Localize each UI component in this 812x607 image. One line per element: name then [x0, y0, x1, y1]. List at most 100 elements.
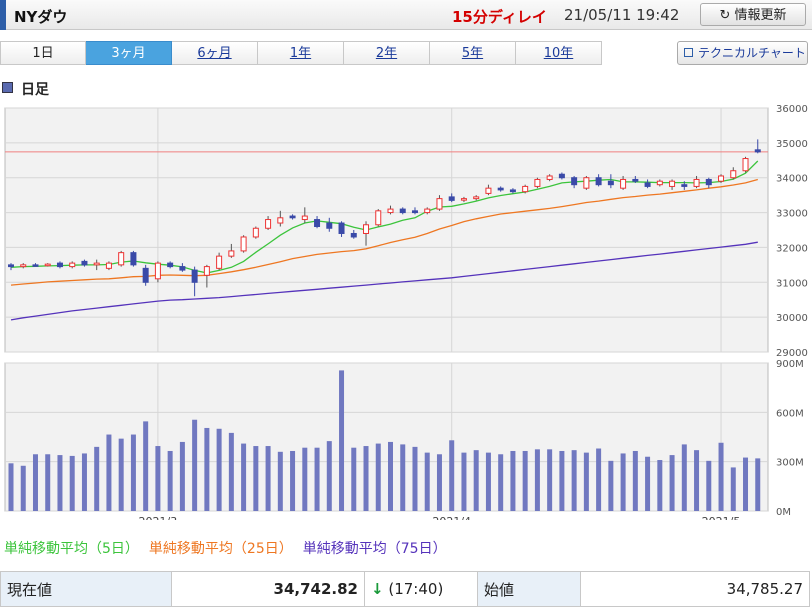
- date-label: 2021/4: [432, 515, 471, 520]
- candle-body: [754, 149, 761, 153]
- candle-body: [473, 196, 480, 200]
- legend-ma75: 単純移動平均（75日）: [302, 541, 447, 557]
- volume-tick-label: 900M: [776, 359, 804, 370]
- date-label: 2021/5: [702, 515, 741, 520]
- candle-body: [252, 227, 259, 238]
- candle-body: [142, 267, 149, 283]
- price-tick-label: 30000: [776, 313, 808, 324]
- candle-body: [20, 264, 27, 268]
- volume-bar: [45, 454, 51, 511]
- volume-bar: [461, 452, 467, 511]
- delay-notice: 15分ディレイ: [452, 8, 547, 26]
- price-tick-label: 29000: [776, 348, 808, 359]
- volume-bar: [522, 450, 528, 511]
- candle-body: [705, 178, 712, 186]
- price-volume-chart: 36000 35000 34000 33000 32000 31000 30000 29000…: [4, 104, 808, 520]
- quote-table: 現在値 34,742.82 ↓ (17:40) 始値 34,785.27: [0, 571, 810, 607]
- volume-bar: [363, 446, 369, 511]
- technical-chart-button[interactable]: テクニカルチャート: [677, 41, 808, 65]
- candle-body: [130, 252, 137, 266]
- volume-bar: [596, 448, 602, 511]
- candle-body: [81, 260, 88, 266]
- candle-body: [583, 177, 590, 189]
- current-price-label: 現在値: [0, 571, 172, 607]
- candle-body: [497, 187, 504, 191]
- volume-bar: [253, 446, 259, 511]
- candle-body: [644, 182, 651, 187]
- volume-bar: [216, 428, 222, 511]
- candle-body: [69, 262, 76, 268]
- tab-6m[interactable]: 6ヶ月: [172, 41, 258, 65]
- header-bar: NYダウ 15分ディレイ 21/05/11 19:42 ↻ 情報更新: [0, 0, 812, 30]
- volume-tick-label: 0M: [776, 507, 791, 518]
- volume-bar: [351, 447, 357, 511]
- price-tick-label: 31000: [776, 278, 808, 289]
- volume-bar: [730, 467, 736, 511]
- volume-bar: [510, 450, 516, 511]
- volume-bar: [743, 457, 749, 511]
- candle-body: [460, 198, 467, 201]
- candle-body: [411, 210, 418, 214]
- volume-bar: [424, 452, 430, 511]
- legend-ma25: 単純移動平均（25日）: [148, 541, 293, 557]
- candle-body: [509, 189, 516, 193]
- change-cell: ↓ (17:40): [364, 571, 478, 607]
- legend-ma5: 単純移動平均（5日）: [4, 541, 139, 557]
- tab-10y[interactable]: 10年: [516, 41, 602, 65]
- volume-bar: [620, 453, 626, 511]
- refresh-icon: ↻: [719, 8, 731, 23]
- volume-bar: [106, 434, 112, 511]
- price-tick-label: 35000: [776, 139, 808, 150]
- tab-1y[interactable]: 1年: [258, 41, 344, 65]
- volume-bar: [228, 432, 234, 511]
- candle-body: [730, 170, 737, 179]
- candle-body: [265, 219, 272, 229]
- volume-bar: [339, 370, 345, 511]
- candle-body: [424, 208, 431, 214]
- price-tick-label: 34000: [776, 174, 808, 185]
- tab-3m[interactable]: 3ヶ月: [86, 41, 172, 65]
- volume-bar: [130, 434, 136, 511]
- volume-bar: [694, 450, 700, 511]
- candle-body: [669, 180, 676, 187]
- refresh-label: 情報更新: [734, 8, 787, 23]
- current-price-value: 34,742.82: [171, 571, 365, 607]
- candle-body: [656, 180, 663, 186]
- volume-bar: [400, 444, 406, 511]
- candle-body: [179, 266, 186, 271]
- candle-body: [399, 208, 406, 214]
- price-tick-label: 32000: [776, 243, 808, 254]
- candle-body: [118, 252, 125, 266]
- volume-tick-label: 600M: [776, 408, 804, 419]
- tab-1d[interactable]: 1日: [0, 41, 86, 65]
- candle-body: [154, 262, 161, 280]
- change-time: (17:40): [388, 580, 444, 598]
- volume-bar: [179, 441, 185, 511]
- tab-2y[interactable]: 2年: [344, 41, 430, 65]
- volume-bar: [118, 438, 124, 511]
- volume-bar: [485, 452, 491, 511]
- tab-5y[interactable]: 5年: [430, 41, 516, 65]
- volume-bar: [204, 427, 210, 511]
- candle-body: [56, 262, 63, 268]
- volume-bar: [534, 449, 540, 511]
- candle-body: [203, 266, 210, 276]
- candle-body: [387, 208, 394, 214]
- volume-bar: [167, 450, 173, 511]
- refresh-button[interactable]: ↻ 情報更新: [700, 3, 806, 26]
- volume-bar: [32, 454, 38, 511]
- candle-body: [191, 269, 198, 283]
- volume-bar: [608, 460, 614, 511]
- volume-bar: [388, 441, 393, 511]
- candle-body: [534, 178, 541, 187]
- volume-tick-label: 300M: [776, 458, 804, 469]
- volume-bar: [669, 455, 675, 511]
- index-title: NYダウ: [14, 8, 68, 26]
- candle-body: [485, 187, 492, 194]
- candle-body: [44, 263, 51, 267]
- candle-body: [620, 178, 627, 189]
- candle-body: [448, 196, 455, 201]
- price-pane: [4, 107, 769, 353]
- candle-body: [718, 175, 725, 182]
- volume-bar: [265, 446, 271, 511]
